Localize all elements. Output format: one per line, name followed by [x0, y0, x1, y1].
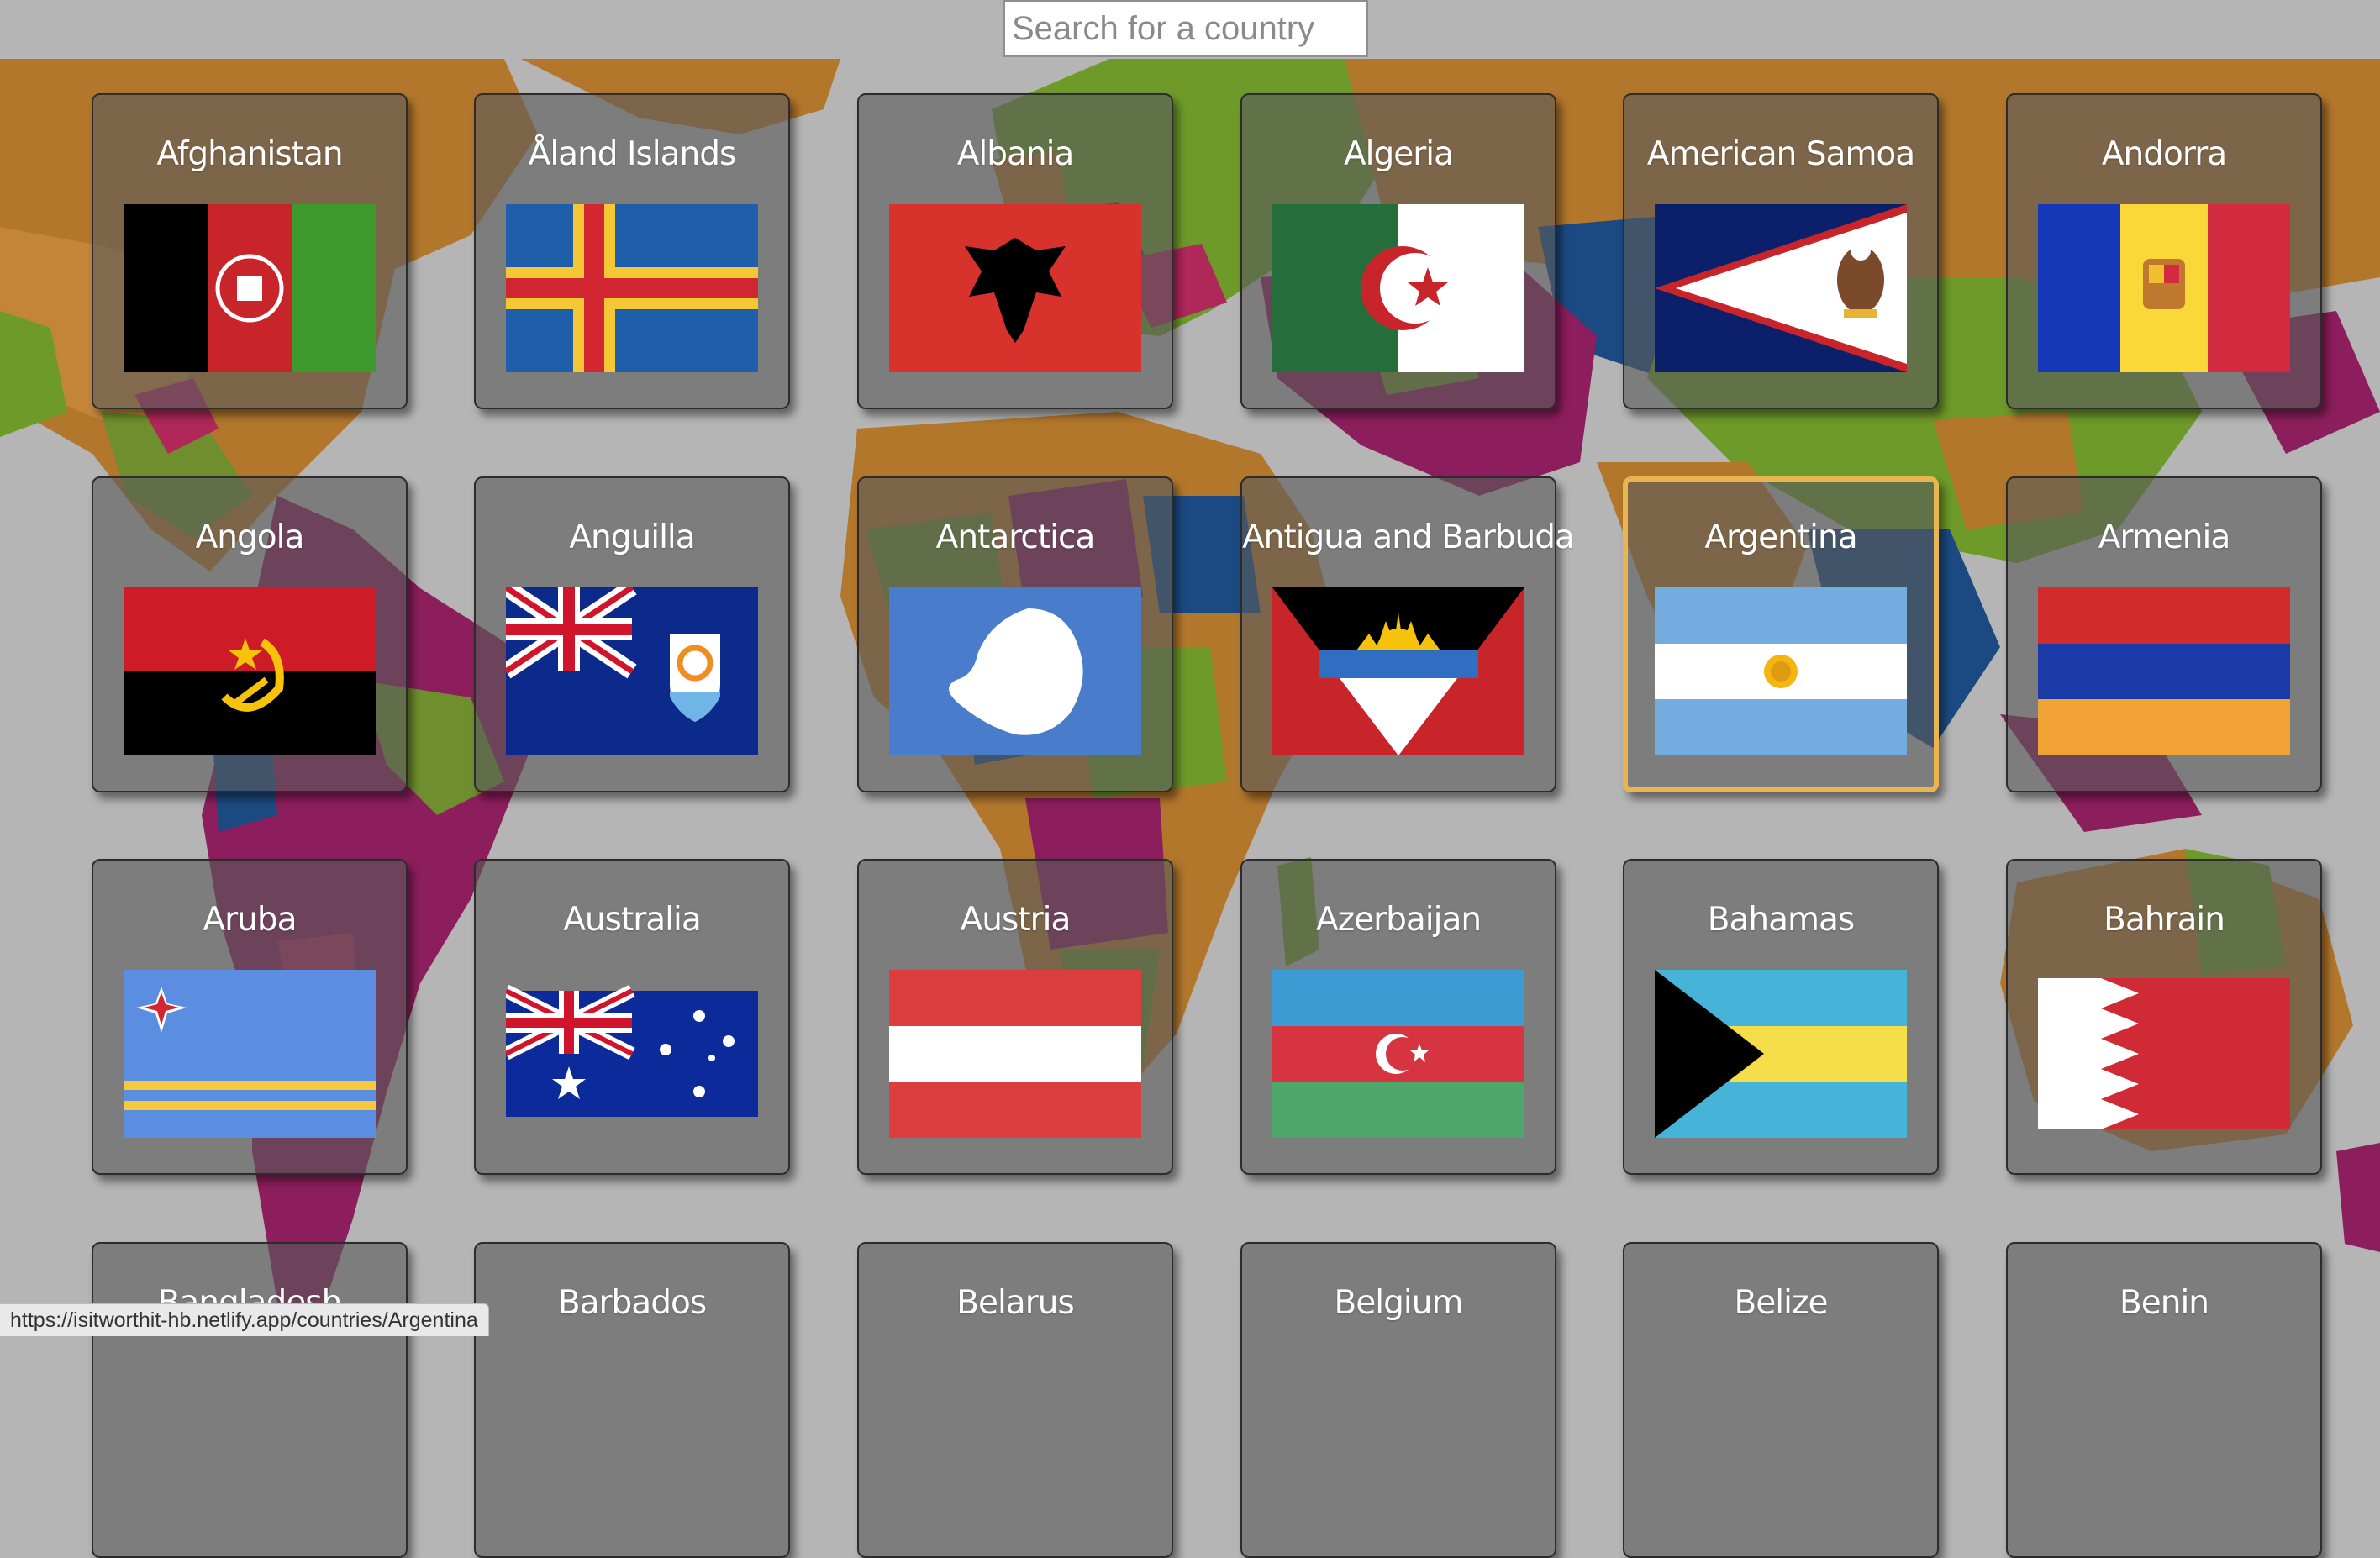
azerbaijan-flag-icon — [1272, 970, 1524, 1138]
country-card-albania[interactable]: Albania — [857, 93, 1173, 409]
country-card-andorra[interactable]: Andorra — [2006, 93, 2322, 409]
country-name: Aruba — [203, 901, 297, 939]
country-name: Austria — [960, 901, 1072, 939]
country-name: Bahamas — [1707, 901, 1855, 939]
country-name: Åland Islands — [528, 135, 737, 173]
country-card-australia[interactable]: Australia — [474, 859, 790, 1175]
country-name: Argentina — [1704, 518, 1857, 556]
country-card-austria[interactable]: Austria — [857, 859, 1173, 1175]
country-name: Belize — [1734, 1284, 1829, 1322]
country-card-american-samoa[interactable]: American Samoa — [1623, 93, 1939, 409]
country-name: Armenia — [2098, 518, 2230, 556]
search-input[interactable] — [1003, 0, 1368, 57]
country-name: Algeria — [1343, 135, 1454, 173]
antarctica-flag-icon — [889, 587, 1141, 755]
country-card-angola[interactable]: Angola — [92, 476, 408, 792]
country-card-belarus[interactable]: Belarus — [857, 1242, 1173, 1558]
anguilla-flag-icon — [506, 587, 758, 755]
argentina-flag-icon — [1655, 587, 1907, 755]
country-name: Benin — [2119, 1284, 2209, 1322]
austria-flag-icon — [889, 970, 1141, 1138]
country-name: Andorra — [2101, 135, 2227, 173]
country-card-aland-islands[interactable]: Åland Islands — [474, 93, 790, 409]
country-card-anguilla[interactable]: Anguilla — [474, 476, 790, 792]
armenia-flag-icon — [2038, 587, 2290, 755]
country-name: Antigua and Barbuda — [1242, 518, 1575, 556]
country-card-barbados[interactable]: Barbados — [474, 1242, 790, 1558]
country-card-bangladesh[interactable]: Bangladesh — [92, 1242, 408, 1558]
bahrain-flag-icon — [2038, 978, 2290, 1129]
country-card-aruba[interactable]: Aruba — [92, 859, 408, 1175]
country-card-afghanistan[interactable]: Afghanistan — [92, 93, 408, 409]
bahamas-flag-icon — [1655, 970, 1907, 1138]
aland-islands-flag-icon — [506, 204, 758, 372]
status-url-bar: https://isitworthit-hb.netlify.app/count… — [0, 1303, 489, 1336]
afghanistan-flag-icon — [124, 204, 376, 372]
country-name: Antarctica — [935, 518, 1096, 556]
country-name: Belarus — [956, 1284, 1075, 1322]
country-name: Barbados — [557, 1284, 707, 1322]
country-card-algeria[interactable]: Algeria — [1240, 93, 1556, 409]
country-card-bahamas[interactable]: Bahamas — [1623, 859, 1939, 1175]
country-card-benin[interactable]: Benin — [2006, 1242, 2322, 1558]
country-name: Belgium — [1334, 1284, 1464, 1322]
country-card-belize[interactable]: Belize — [1623, 1242, 1939, 1558]
aruba-flag-icon — [124, 970, 376, 1138]
algeria-flag-icon — [1272, 204, 1524, 372]
country-card-belgium[interactable]: Belgium — [1240, 1242, 1556, 1558]
country-card-azerbaijan[interactable]: Azerbaijan — [1240, 859, 1556, 1175]
country-name: Angola — [195, 518, 305, 556]
antigua-and-barbuda-flag-icon — [1272, 587, 1524, 755]
country-card-antarctica[interactable]: Antarctica — [857, 476, 1173, 792]
country-name: Afghanistan — [156, 135, 343, 173]
country-card-bahrain[interactable]: Bahrain — [2006, 859, 2322, 1175]
country-name: Azerbaijan — [1315, 901, 1482, 939]
country-name: American Samoa — [1646, 135, 1915, 173]
angola-flag-icon — [124, 587, 376, 755]
country-name: Australia — [563, 901, 702, 939]
albania-flag-icon — [889, 204, 1141, 372]
country-card-armenia[interactable]: Armenia — [2006, 476, 2322, 792]
country-name: Anguilla — [569, 518, 695, 556]
australia-flag-icon — [506, 984, 758, 1117]
american-samoa-flag-icon — [1655, 204, 1907, 372]
andorra-flag-icon — [2038, 204, 2290, 372]
country-name: Albania — [956, 135, 1075, 173]
country-card-antigua-and-barbuda[interactable]: Antigua and Barbuda — [1240, 476, 1575, 792]
country-card-argentina[interactable]: Argentina — [1623, 476, 1939, 792]
country-name: Bahrain — [2104, 901, 2225, 939]
